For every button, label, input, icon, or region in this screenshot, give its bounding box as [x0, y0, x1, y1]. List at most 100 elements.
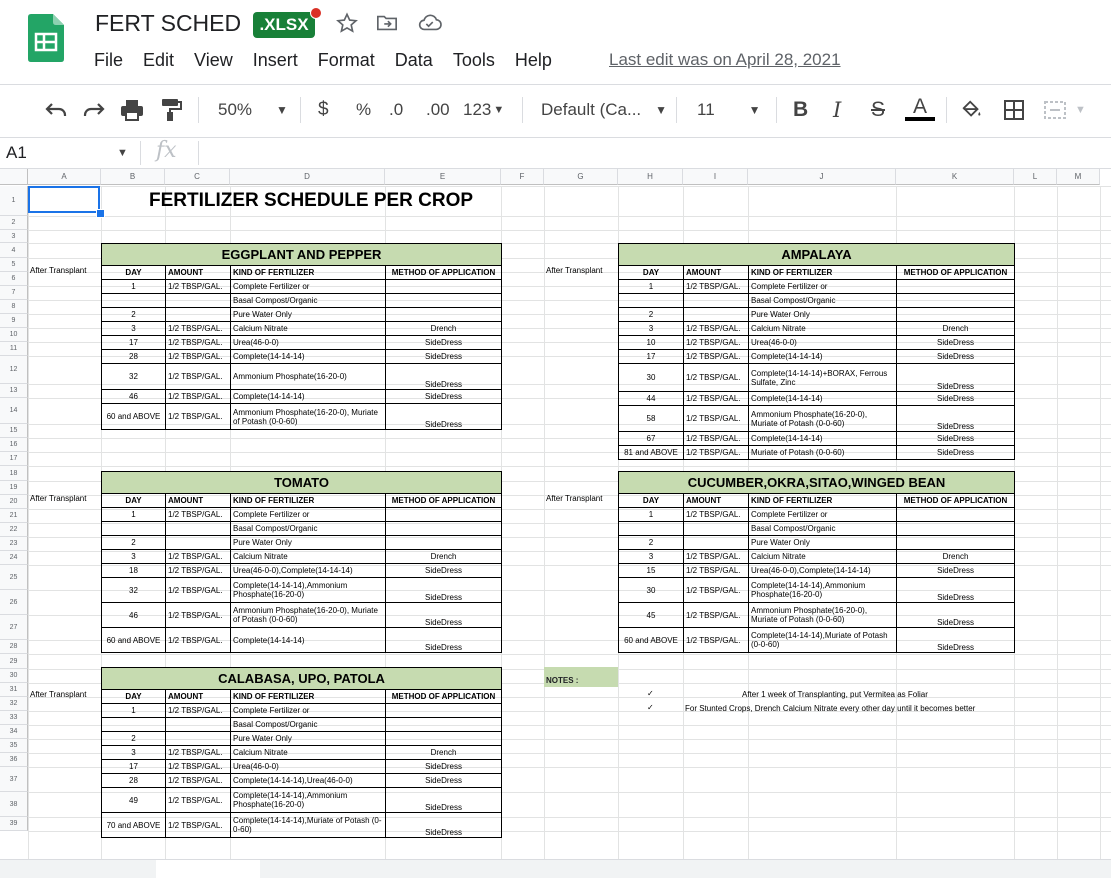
day-cell[interactable]: 3 — [101, 745, 166, 760]
day-cell[interactable]: 46 — [101, 602, 166, 628]
row-header-5[interactable]: 5 — [0, 258, 28, 272]
amount-cell[interactable] — [683, 521, 749, 536]
method-cell[interactable]: SideDress — [385, 389, 502, 404]
day-cell[interactable]: 3 — [101, 321, 166, 336]
fertilizer-cell[interactable]: Ammonium Phosphate(16-20-0), Muriate of … — [230, 403, 386, 430]
amount-cell[interactable]: 1/2 TBSP/GAL. — [165, 812, 231, 838]
amount-cell[interactable]: 1/2 TBSP/GAL. — [165, 507, 231, 522]
row-header-23[interactable]: 23 — [0, 537, 28, 551]
row-header-1[interactable]: 1 — [0, 186, 28, 216]
column-header-c[interactable]: C — [165, 169, 230, 185]
column-label-method[interactable]: METHOD OF APPLICATION — [895, 493, 1016, 508]
amount-cell[interactable]: 1/2 TBSP/GAL. — [683, 431, 749, 446]
fertilizer-cell[interactable]: Complete(14-14-14) — [230, 627, 386, 653]
method-cell[interactable] — [895, 293, 1016, 308]
menu-edit[interactable]: Edit — [143, 50, 184, 71]
fertilizer-cell[interactable]: Calcium Nitrate — [230, 745, 386, 760]
fertilizer-cell[interactable]: Ammonium Phosphate(16-20-0), Muriate of … — [748, 405, 897, 432]
day-cell[interactable] — [618, 521, 684, 536]
column-header-k[interactable]: K — [896, 169, 1014, 185]
fertilizer-cell[interactable]: Ammonium Phosphate(16-20-0), Muriate of … — [748, 602, 897, 628]
select-all-corner[interactable] — [0, 169, 28, 185]
column-label-amount[interactable]: AMOUNT — [683, 493, 749, 508]
fertilizer-cell[interactable]: Urea(46-0-0) — [230, 759, 386, 774]
fertilizer-cell[interactable]: Complete Fertilizer or — [230, 279, 386, 294]
day-cell[interactable]: 3 — [618, 549, 684, 564]
fertilizer-cell[interactable]: Complete(14-14-14),Urea(46-0-0) — [230, 773, 386, 788]
row-header-33[interactable]: 33 — [0, 711, 28, 725]
table-title[interactable]: CUCUMBER,OKRA,SITAO,WINGED BEAN — [617, 471, 1016, 494]
method-cell[interactable]: SideDress — [385, 403, 502, 430]
row-header-15[interactable]: 15 — [0, 424, 28, 438]
row-header-26[interactable]: 26 — [0, 590, 28, 615]
fertilizer-cell[interactable]: Pure Water Only — [230, 307, 386, 322]
method-cell[interactable] — [895, 507, 1016, 522]
menu-format[interactable]: Format — [318, 50, 385, 71]
name-box-dropdown-icon[interactable]: ▼ — [117, 147, 128, 159]
column-label-method[interactable]: METHOD OF APPLICATION — [385, 265, 502, 280]
method-cell[interactable] — [384, 703, 503, 718]
day-cell[interactable]: 1 — [618, 279, 684, 294]
fertilizer-cell[interactable]: Calcium Nitrate — [230, 321, 386, 336]
column-label-amount[interactable]: AMOUNT — [165, 265, 231, 280]
day-cell[interactable]: 2 — [618, 535, 684, 550]
day-cell[interactable]: 70 and ABOVE — [101, 812, 166, 838]
method-cell[interactable]: Drench — [384, 549, 503, 564]
table-title[interactable]: TOMATO — [100, 471, 503, 494]
fertilizer-cell[interactable]: Calcium Nitrate — [230, 549, 386, 564]
method-cell[interactable] — [384, 731, 503, 746]
day-cell[interactable]: 17 — [101, 759, 166, 774]
row-header-22[interactable]: 22 — [0, 523, 28, 537]
method-cell[interactable]: SideDress — [895, 577, 1016, 603]
row-header-24[interactable]: 24 — [0, 551, 28, 565]
column-label-day[interactable]: DAY — [618, 265, 684, 280]
fertilizer-cell[interactable]: Pure Water Only — [748, 535, 897, 550]
borders-icon[interactable] — [1003, 95, 1025, 125]
day-cell[interactable]: 32 — [101, 363, 166, 390]
column-label-day[interactable]: DAY — [101, 689, 166, 704]
column-header-g[interactable]: G — [544, 169, 618, 185]
amount-cell[interactable] — [165, 535, 231, 550]
amount-cell[interactable] — [165, 293, 231, 308]
menu-data[interactable]: Data — [395, 50, 443, 71]
fertilizer-cell[interactable]: Complete(14-14-14)+BORAX, Ferrous Sulfat… — [748, 363, 897, 392]
method-cell[interactable]: SideDress — [384, 787, 503, 813]
row-header-8[interactable]: 8 — [0, 300, 28, 314]
fertilizer-cell[interactable]: Muriate of Potash (0-0-60) — [748, 445, 897, 460]
column-header-h[interactable]: H — [618, 169, 683, 185]
amount-cell[interactable]: 1/2 TBSP/GAL. — [683, 549, 749, 564]
method-cell[interactable]: Drench — [895, 321, 1016, 336]
decrease-decimal-button[interactable]: .0 — [389, 95, 403, 125]
document-title[interactable]: FERT SCHED — [95, 10, 241, 37]
amount-cell[interactable]: 1/2 TBSP/GAL. — [165, 403, 231, 430]
method-cell[interactable] — [385, 307, 502, 322]
method-cell[interactable]: SideDress — [385, 363, 502, 390]
amount-cell[interactable]: 1/2 TBSP/GAL. — [683, 405, 749, 432]
menu-tools[interactable]: Tools — [453, 50, 505, 71]
column-label-day[interactable]: DAY — [101, 493, 166, 508]
method-cell[interactable] — [384, 717, 503, 732]
row-header-6[interactable]: 6 — [0, 272, 28, 286]
method-cell[interactable]: SideDress — [895, 431, 1016, 446]
fertilizer-cell[interactable]: Complete Fertilizer or — [748, 507, 897, 522]
row-header-30[interactable]: 30 — [0, 669, 28, 683]
fertilizer-cell[interactable]: Ammonium Phosphate(16-20-0), Muriate of … — [230, 602, 386, 628]
amount-cell[interactable]: 1/2 TBSP/GAL. — [165, 335, 231, 350]
amount-cell[interactable]: 1/2 TBSP/GAL. — [683, 577, 749, 603]
note-item[interactable]: For Stunted Crops, Drench Calcium Nitrat… — [685, 704, 975, 713]
day-cell[interactable]: 1 — [101, 279, 166, 294]
fertilizer-cell[interactable]: Complete(14-14-14) — [748, 391, 897, 406]
amount-cell[interactable]: 1/2 TBSP/GAL. — [683, 391, 749, 406]
selected-cell-a1[interactable] — [28, 186, 100, 213]
check-mark[interactable]: ✓ — [647, 689, 654, 698]
fertilizer-cell[interactable]: Basal Compost/Organic — [230, 293, 386, 308]
fill-color-icon[interactable] — [961, 95, 983, 125]
method-cell[interactable]: SideDress — [895, 335, 1016, 350]
day-cell[interactable]: 17 — [101, 335, 166, 350]
file-type-badge[interactable]: .XLSX — [253, 12, 315, 38]
fertilizer-cell[interactable]: Urea(46-0-0) — [230, 335, 386, 350]
column-label-amount[interactable]: AMOUNT — [165, 689, 231, 704]
day-cell[interactable]: 60 and ABOVE — [101, 627, 166, 653]
day-cell[interactable]: 15 — [618, 563, 684, 578]
amount-cell[interactable] — [165, 307, 231, 322]
